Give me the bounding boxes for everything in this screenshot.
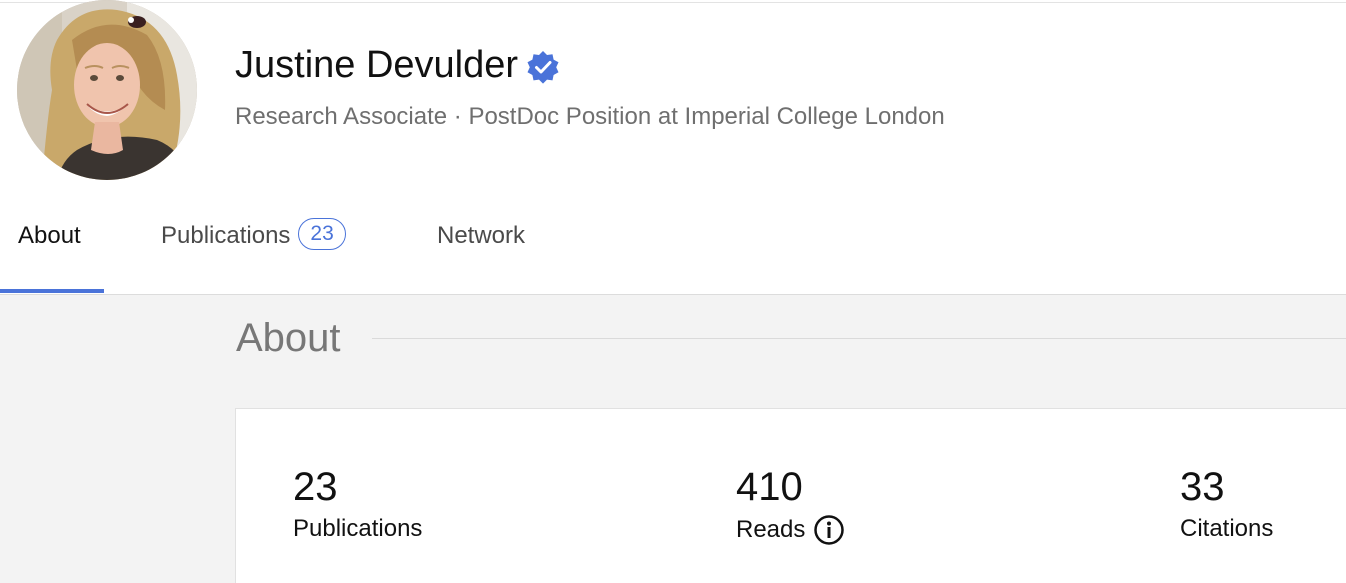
tab-about-label: About [18, 222, 81, 249]
profile-page: Justine Devulder Research Associate · Po… [0, 0, 1346, 583]
tab-network-label: Network [437, 222, 526, 249]
stat-label: Citations [1180, 514, 1273, 544]
stat-label: Reads [736, 514, 845, 546]
stat-value: 33 [1180, 465, 1225, 509]
stat-label-text: Citations [1180, 515, 1274, 542]
profile-name: Justine Devulder [235, 44, 519, 86]
tab-about[interactable]: About [0, 205, 104, 293]
profile-name-row: Justine Devulder [235, 42, 560, 88]
section-title: About [236, 316, 341, 360]
verified-badge-icon [526, 50, 560, 84]
stat-publications[interactable]: 23 Publications [293, 464, 422, 544]
stat-label-text: Reads [736, 516, 806, 543]
stat-value: 410 [736, 465, 803, 509]
top-divider [0, 2, 1346, 3]
section-divider [372, 338, 1346, 339]
active-tab-indicator [0, 289, 104, 293]
profile-tabs: About Publications 23 Network [0, 205, 1346, 295]
stats-card: 23 Publications 410 Reads 33 Citations [235, 408, 1346, 583]
stat-label: Publications [293, 514, 422, 544]
stat-citations[interactable]: 33 Citations [1180, 464, 1273, 544]
tab-publications-label: Publications [161, 222, 291, 249]
stat-reads[interactable]: 410 Reads [736, 464, 845, 546]
info-icon[interactable] [813, 514, 845, 546]
profile-subtitle: Research Associate · PostDoc Position at… [235, 103, 945, 130]
stat-label-text: Publications [293, 515, 423, 542]
avatar[interactable] [17, 0, 197, 180]
tab-publications[interactable]: Publications 23 [161, 205, 346, 293]
tab-network[interactable]: Network [437, 205, 525, 293]
stat-value: 23 [293, 465, 338, 509]
avatar-photo [17, 0, 197, 180]
about-section: About 23 Publications 410 Reads 33 Citat… [0, 295, 1346, 583]
publications-count-badge: 23 [298, 218, 346, 250]
